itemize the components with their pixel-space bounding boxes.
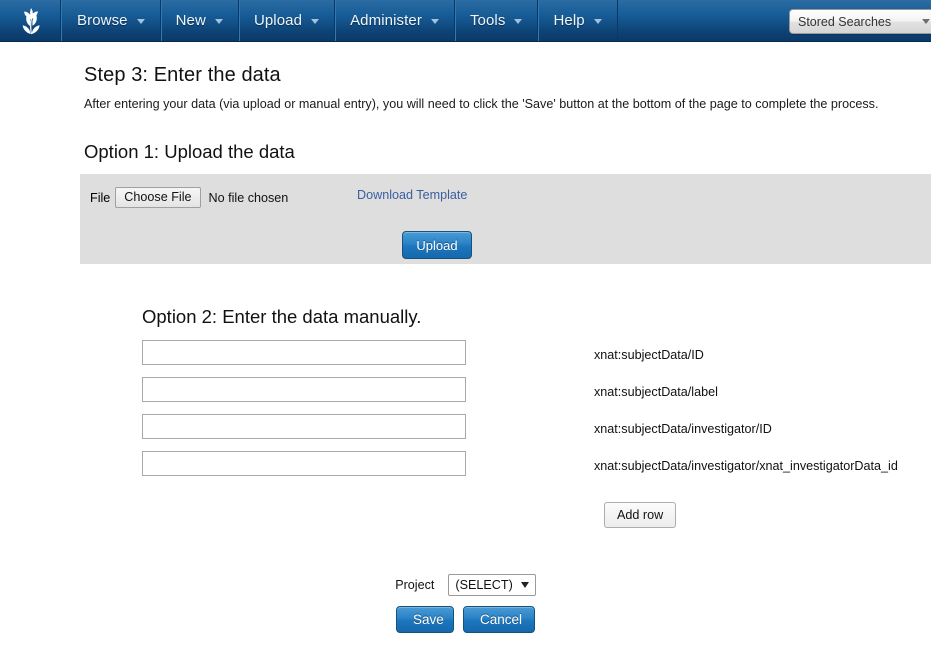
page-title: Step 3: Enter the data — [0, 42, 931, 87]
page-content: Step 3: Enter the data After entering yo… — [0, 42, 931, 633]
field-label-subject-label: xnat:subjectData/label — [594, 383, 898, 420]
upload-panel: File Choose File No file chosen Download… — [80, 174, 931, 264]
project-select[interactable]: (SELECT) — [448, 574, 535, 596]
chevron-down-icon — [594, 19, 602, 24]
save-button[interactable]: Save — [396, 606, 454, 633]
choose-file-button[interactable]: Choose File — [115, 187, 200, 208]
nav-item-administer[interactable]: Administer — [335, 0, 455, 41]
nav-item-help-label: Help — [553, 12, 584, 29]
field-input-investigator-id[interactable] — [142, 414, 466, 439]
chevron-down-icon — [215, 19, 223, 24]
field-input-investigator-data-id[interactable] — [142, 451, 466, 476]
file-label: File — [90, 191, 110, 205]
nav-item-administer-label: Administer — [350, 12, 422, 29]
option1-heading: Option 1: Upload the data — [0, 111, 931, 163]
nav-item-browse-label: Browse — [77, 12, 128, 29]
file-input-row: File Choose File No file chosen — [90, 187, 288, 208]
nav-item-new[interactable]: New — [161, 0, 239, 41]
no-file-chosen-text: No file chosen — [209, 191, 289, 205]
top-navbar: Browse New Upload Administer Tools Help … — [0, 0, 931, 42]
nav-item-browse[interactable]: Browse — [62, 0, 161, 41]
cancel-button[interactable]: Cancel — [463, 606, 535, 633]
project-row: Project (SELECT) — [0, 574, 931, 596]
chevron-down-icon — [431, 19, 439, 24]
field-label-investigator-data-id: xnat:subjectData/investigator/xnat_inves… — [594, 457, 898, 494]
chevron-down-icon — [514, 19, 522, 24]
field-label-investigator-id: xnat:subjectData/investigator/ID — [594, 420, 898, 457]
chevron-down-icon — [311, 19, 319, 24]
option2-heading: Option 2: Enter the data manually. — [0, 264, 931, 328]
chevron-down-icon — [137, 19, 145, 24]
nav-item-upload[interactable]: Upload — [239, 0, 335, 41]
stored-searches-label: Stored Searches — [798, 15, 922, 29]
project-label: Project — [395, 578, 434, 592]
nav-item-tools-label: Tools — [470, 12, 506, 29]
xnat-leaf-logo-icon — [16, 6, 46, 36]
project-select-value: (SELECT) — [455, 578, 512, 592]
upload-button[interactable]: Upload — [402, 231, 472, 259]
nav-item-new-label: New — [176, 12, 206, 29]
nav-item-tools[interactable]: Tools — [455, 0, 539, 41]
nav-menu: Browse New Upload Administer Tools Help — [62, 0, 618, 41]
action-buttons: Save Cancel — [0, 606, 931, 633]
chevron-down-icon — [521, 582, 529, 588]
add-row-button[interactable]: Add row — [604, 502, 676, 528]
field-label-subject-id: xnat:subjectData/ID — [594, 346, 898, 383]
field-input-subject-id[interactable] — [142, 340, 466, 365]
manual-labels-column: xnat:subjectData/ID xnat:subjectData/lab… — [594, 340, 898, 528]
nav-item-help[interactable]: Help — [538, 0, 617, 41]
stored-searches-dropdown[interactable]: Stored Searches — [789, 9, 931, 34]
manual-entry-area: xnat:subjectData/ID xnat:subjectData/lab… — [0, 340, 931, 528]
manual-fields-column — [142, 340, 467, 488]
page-description: After entering your data (via upload or … — [0, 87, 931, 111]
chevron-down-icon — [922, 19, 930, 24]
download-template-link[interactable]: Download Template — [357, 188, 467, 202]
field-input-subject-label[interactable] — [142, 377, 466, 402]
nav-item-upload-label: Upload — [254, 12, 302, 29]
form-footer: Project (SELECT) Save Cancel — [0, 574, 931, 633]
xnat-logo[interactable] — [0, 0, 62, 41]
